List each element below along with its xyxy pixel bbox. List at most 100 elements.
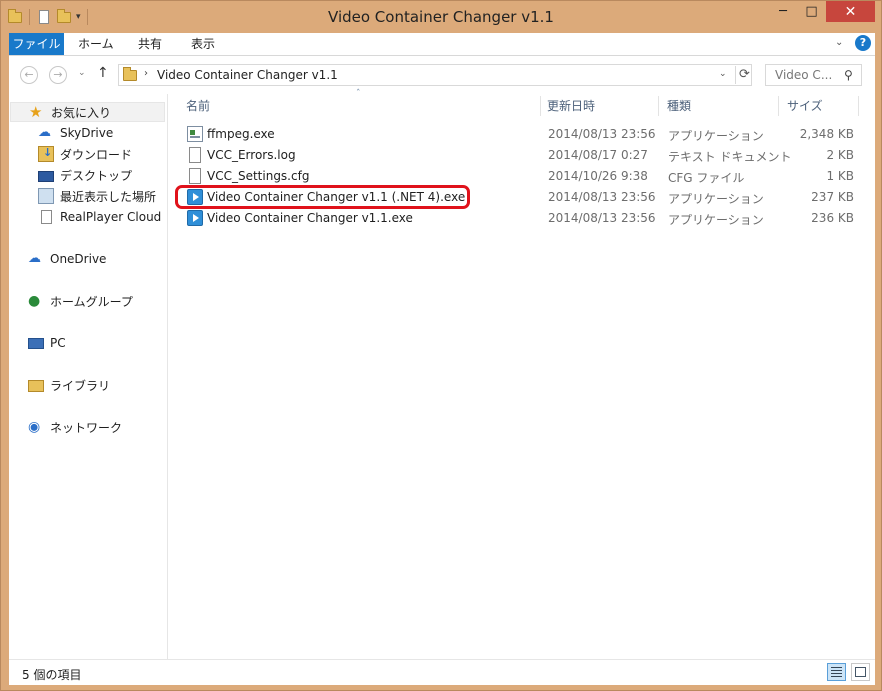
file-modified: 2014/08/17 0:27 — [548, 148, 648, 162]
address-bar[interactable]: › Video Container Changer v1.1 ⌄ ⟳ — [118, 64, 752, 86]
sidebar-item-favorites[interactable]: ★ お気に入り — [10, 102, 165, 122]
breadcrumb-separator-icon[interactable]: › — [144, 68, 148, 79]
file-row[interactable]: VCC_Settings.cfg 2014/10/26 9:38 CFG ファイ… — [182, 166, 858, 187]
sidebar-item-skydrive[interactable]: ☁ SkyDrive — [38, 123, 113, 143]
file-row[interactable]: ffmpeg.exe 2014/08/13 23:56 アプリケーション 2,3… — [182, 124, 858, 145]
sidebar-item-label: お気に入り — [51, 105, 112, 120]
details-view-icon[interactable] — [827, 663, 846, 681]
pc-icon — [28, 338, 44, 349]
file-name: Video Container Changer v1.1.exe — [207, 211, 413, 225]
vcc-app-icon — [187, 210, 203, 226]
status-bar: 5 個の項目 — [9, 659, 875, 685]
sidebar-item-network[interactable]: ◉ ネットワーク — [28, 417, 122, 437]
title-bar[interactable]: ▾ Video Container Changer v1.1 ─ □ ✕ — [1, 1, 881, 33]
address-dropdown-icon[interactable]: ⌄ — [719, 69, 727, 79]
maximize-button[interactable]: □ — [798, 1, 825, 22]
up-button[interactable]: ↑ — [97, 65, 109, 81]
file-size: 2,348 KB — [799, 127, 854, 141]
file-type: アプリケーション — [668, 192, 764, 206]
column-divider[interactable] — [778, 96, 779, 116]
exe-icon — [187, 126, 203, 142]
file-name: ffmpeg.exe — [207, 127, 275, 141]
file-type: アプリケーション — [668, 129, 764, 143]
page-icon — [41, 210, 52, 224]
sidebar-item-onedrive[interactable]: ☁ OneDrive — [28, 249, 106, 269]
onedrive-icon: ☁ — [28, 251, 41, 266]
breadcrumb-current-folder[interactable]: Video Container Changer v1.1 — [157, 68, 338, 82]
refresh-button[interactable]: ⟳ — [735, 66, 753, 84]
file-size: 2 KB — [826, 148, 854, 162]
forward-button[interactable]: → — [49, 66, 67, 84]
file-modified: 2014/08/13 23:56 — [548, 127, 656, 141]
sidebar-item-label: RealPlayer Cloud — [60, 210, 162, 224]
close-button[interactable]: ✕ — [826, 1, 875, 22]
column-header-name[interactable]: 名前 — [186, 94, 210, 118]
column-divider[interactable] — [658, 96, 659, 116]
sidebar-item-label: SkyDrive — [60, 126, 114, 140]
desktop-icon — [38, 170, 54, 182]
column-header-size[interactable]: サイズ — [787, 94, 823, 118]
file-list: ˆ 名前 更新日時 種類 サイズ ffmpeg.exe 2014/08/13 2… — [168, 89, 875, 659]
large-icons-view-icon[interactable] — [851, 663, 870, 681]
sidebar-item-label: ホームグループ — [50, 294, 133, 309]
folder-icon — [122, 67, 138, 83]
sort-ascending-icon: ˆ — [356, 89, 361, 99]
sidebar-item-downloads[interactable]: ダウンロード — [38, 144, 132, 164]
navigation-bar: ← → ⌄ ↑ › Video Container Changer v1.1 ⌄… — [9, 56, 875, 94]
cloud-icon: ☁ — [38, 125, 51, 140]
library-icon — [28, 380, 44, 392]
file-name: VCC_Settings.cfg — [207, 169, 310, 183]
file-name: VCC_Errors.log — [207, 148, 296, 162]
minimize-button[interactable]: ─ — [769, 1, 797, 22]
recent-locations-dropdown-icon[interactable]: ⌄ — [78, 68, 86, 78]
file-row[interactable]: VCC_Errors.log 2014/08/17 0:27 テキスト ドキュメ… — [182, 145, 858, 166]
navigation-pane: ★ お気に入り ☁ SkyDrive ダウンロード デスクトップ 最近表示した場… — [9, 94, 168, 659]
sidebar-item-desktop[interactable]: デスクトップ — [38, 165, 132, 185]
sidebar-item-label: ダウンロード — [60, 147, 133, 162]
tab-home[interactable]: ホーム — [78, 33, 114, 55]
column-header-type[interactable]: 種類 — [667, 94, 691, 118]
sidebar-item-libraries[interactable]: ライブラリ — [28, 375, 110, 395]
sidebar-item-label: デスクトップ — [60, 168, 133, 183]
recent-places-icon — [38, 188, 54, 204]
sidebar-item-realplayer-cloud[interactable]: RealPlayer Cloud — [38, 207, 161, 227]
sidebar-item-label: OneDrive — [50, 252, 107, 266]
sidebar-item-pc[interactable]: PC — [28, 333, 66, 353]
ribbon-expand-chevron-icon[interactable]: ⌄ — [835, 37, 843, 48]
tab-view[interactable]: 表示 — [191, 33, 215, 55]
file-type: CFG ファイル — [668, 171, 745, 185]
highlight-annotation — [175, 185, 470, 209]
tab-file[interactable]: ファイル — [9, 33, 64, 55]
sidebar-item-homegroup[interactable]: ● ホームグループ — [28, 291, 133, 311]
file-size: 236 KB — [811, 211, 854, 225]
sidebar-item-label: ネットワーク — [50, 420, 123, 435]
column-header-modified[interactable]: 更新日時 — [547, 94, 595, 118]
file-modified: 2014/08/13 23:56 — [548, 190, 656, 204]
explorer-window: ▾ Video Container Changer v1.1 ─ □ ✕ ファイ… — [0, 0, 882, 691]
window-title: Video Container Changer v1.1 — [328, 8, 554, 26]
sidebar-item-label: PC — [50, 336, 66, 350]
file-row[interactable]: Video Container Changer v1.1.exe 2014/08… — [182, 208, 858, 229]
file-size: 1 KB — [826, 169, 854, 183]
search-icon[interactable]: ⚲ — [844, 68, 853, 82]
search-input[interactable]: Video C... — [775, 68, 832, 82]
text-file-icon — [189, 147, 201, 163]
item-count: 5 個の項目 — [22, 668, 82, 682]
sidebar-item-recent-places[interactable]: 最近表示した場所 — [38, 186, 156, 206]
file-type: アプリケーション — [668, 213, 764, 227]
homegroup-icon: ● — [28, 293, 41, 309]
back-button[interactable]: ← — [20, 66, 38, 84]
column-divider[interactable] — [858, 96, 859, 116]
sidebar-item-label: 最近表示した場所 — [60, 189, 157, 204]
file-modified: 2014/10/26 9:38 — [548, 169, 648, 183]
help-icon[interactable]: ? — [855, 35, 871, 51]
file-type: テキスト ドキュメント — [668, 150, 792, 164]
file-size: 237 KB — [811, 190, 854, 204]
search-box[interactable]: Video C... ⚲ — [765, 64, 862, 86]
tab-share[interactable]: 共有 — [138, 33, 162, 55]
network-icon: ◉ — [28, 419, 41, 435]
downloads-folder-icon — [38, 146, 54, 162]
column-divider[interactable] — [540, 96, 541, 116]
file-modified: 2014/08/13 23:56 — [548, 211, 656, 225]
file-icon — [189, 168, 201, 184]
